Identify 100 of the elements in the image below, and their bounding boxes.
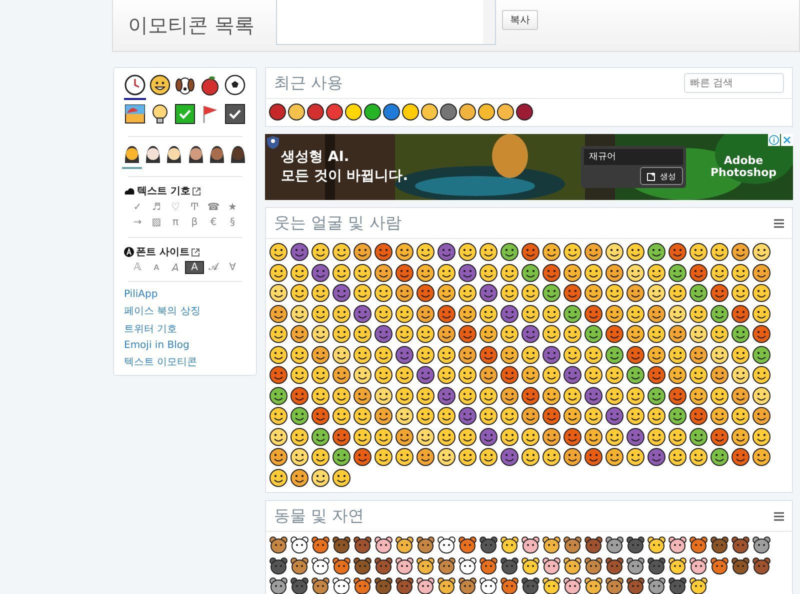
symbol-link[interactable]: →	[128, 215, 147, 230]
emoji-icon[interactable]	[457, 262, 478, 282]
emoji-icon[interactable]	[646, 447, 667, 467]
emoji-icon[interactable]	[458, 102, 477, 122]
emoji-icon[interactable]	[289, 262, 310, 282]
symbol-link[interactable]: Ͳ	[185, 200, 204, 215]
section-heading[interactable]: 텍스트 기호	[137, 184, 190, 198]
emoji-icon[interactable]	[709, 556, 730, 576]
emoji-icon[interactable]	[562, 283, 583, 303]
symbol-link[interactable]: ★	[223, 200, 242, 215]
emoji-icon[interactable]	[394, 556, 415, 576]
emoji-icon[interactable]	[478, 556, 499, 576]
search-field[interactable]: 빠른 검색	[684, 73, 784, 93]
emoji-icon[interactable]	[730, 447, 751, 467]
emoji-icon[interactable]	[373, 556, 394, 576]
emoji-icon[interactable]	[268, 468, 289, 488]
symbol-link[interactable]: ▨	[147, 215, 166, 230]
emoji-icon[interactable]	[625, 447, 646, 467]
emoji-icon[interactable]	[415, 304, 436, 324]
emoji-icon[interactable]	[310, 304, 331, 324]
emoji-icon[interactable]	[289, 365, 310, 385]
emoji-icon[interactable]	[394, 426, 415, 446]
emoji-icon[interactable]	[520, 386, 541, 406]
emoji-icon[interactable]	[562, 447, 583, 467]
emoji-icon[interactable]	[562, 535, 583, 555]
emoji-icon[interactable]	[352, 447, 373, 467]
emoji-icon[interactable]	[688, 576, 709, 594]
emoji-icon[interactable]	[478, 386, 499, 406]
emoji-icon[interactable]	[289, 304, 310, 324]
emoji-icon[interactable]	[541, 386, 562, 406]
font-sample-link[interactable]: 𝘈	[166, 262, 185, 274]
symbol-link[interactable]: €	[204, 215, 223, 230]
emoji-icon[interactable]	[562, 242, 583, 262]
emoji-icon[interactable]	[268, 262, 289, 282]
emoji-icon[interactable]	[436, 262, 457, 282]
emoji-icon[interactable]	[373, 283, 394, 303]
emoji-icon[interactable]	[646, 386, 667, 406]
emoji-icon[interactable]	[625, 283, 646, 303]
emoji-icon[interactable]	[730, 324, 751, 344]
emoji-icon[interactable]	[583, 447, 604, 467]
emoji-icon[interactable]	[415, 344, 436, 364]
font-sample-link[interactable]: ∀	[223, 262, 242, 273]
emoji-icon[interactable]	[457, 426, 478, 446]
emoji-icon[interactable]	[583, 262, 604, 282]
emoji-icon[interactable]	[583, 365, 604, 385]
emoji-icon[interactable]	[499, 283, 520, 303]
emoji-icon[interactable]	[310, 283, 331, 303]
emoji-icon[interactable]	[562, 406, 583, 426]
emoji-icon[interactable]	[604, 304, 625, 324]
symbol-link[interactable]: ☎	[204, 200, 223, 215]
menu-icon[interactable]	[774, 218, 784, 228]
emoji-icon[interactable]	[583, 324, 604, 344]
emoji-icon[interactable]	[688, 283, 709, 303]
emoji-icon[interactable]	[331, 556, 352, 576]
emoji-icon[interactable]	[625, 535, 646, 555]
emoji-icon[interactable]	[667, 344, 688, 364]
emoji-icon[interactable]	[415, 535, 436, 555]
emoji-icon[interactable]	[496, 102, 515, 122]
emoji-icon[interactable]	[331, 283, 352, 303]
emoji-icon[interactable]	[310, 242, 331, 262]
emoji-icon[interactable]	[667, 556, 688, 576]
emoji-icon[interactable]	[478, 304, 499, 324]
emoji-icon[interactable]	[436, 304, 457, 324]
emoji-icon[interactable]	[625, 242, 646, 262]
emoji-icon[interactable]	[646, 262, 667, 282]
emoji-icon[interactable]	[457, 324, 478, 344]
emoji-icon[interactable]	[604, 283, 625, 303]
emoji-icon[interactable]	[583, 344, 604, 364]
emoji-icon[interactable]	[420, 102, 439, 122]
emoji-icon[interactable]	[331, 468, 352, 488]
font-sample-link[interactable]: 𝓐	[204, 262, 223, 273]
emoji-icon[interactable]	[625, 324, 646, 344]
emoji-icon[interactable]	[310, 262, 331, 282]
emoji-icon[interactable]	[310, 426, 331, 446]
emoji-icon[interactable]	[289, 535, 310, 555]
emoji-icon[interactable]	[436, 242, 457, 262]
sidebar-link[interactable]: Emoji in Blog	[124, 340, 246, 351]
emoji-icon[interactable]	[436, 426, 457, 446]
emoji-icon[interactable]	[457, 242, 478, 262]
emoji-icon[interactable]	[331, 535, 352, 555]
emoji-icon[interactable]	[688, 556, 709, 576]
emoji-icon[interactable]	[730, 535, 751, 555]
text-field[interactable]	[276, 0, 496, 45]
emoji-icon[interactable]	[268, 406, 289, 426]
advertisement-banner[interactable]: 생성형 AI. 모든 것이 바뀝니다. 재규어 생성 Adobe Photoshop	[265, 134, 793, 200]
emoji-icon[interactable]	[583, 386, 604, 406]
menu-icon[interactable]	[774, 512, 784, 520]
emoji-icon[interactable]	[436, 556, 457, 576]
emoji-icon[interactable]	[688, 242, 709, 262]
emoji-icon[interactable]	[667, 447, 688, 467]
copy-button[interactable]: 복사	[502, 10, 538, 30]
emoji-icon[interactable]	[709, 324, 730, 344]
emoji-icon[interactable]	[751, 386, 772, 406]
emoji-icon[interactable]	[394, 386, 415, 406]
emoji-icon[interactable]	[352, 344, 373, 364]
emoji-icon[interactable]	[541, 426, 562, 446]
emoji-icon[interactable]	[583, 556, 604, 576]
emoji-icon[interactable]	[499, 304, 520, 324]
emoji-icon[interactable]	[520, 344, 541, 364]
emoji-icon[interactable]	[382, 102, 401, 122]
